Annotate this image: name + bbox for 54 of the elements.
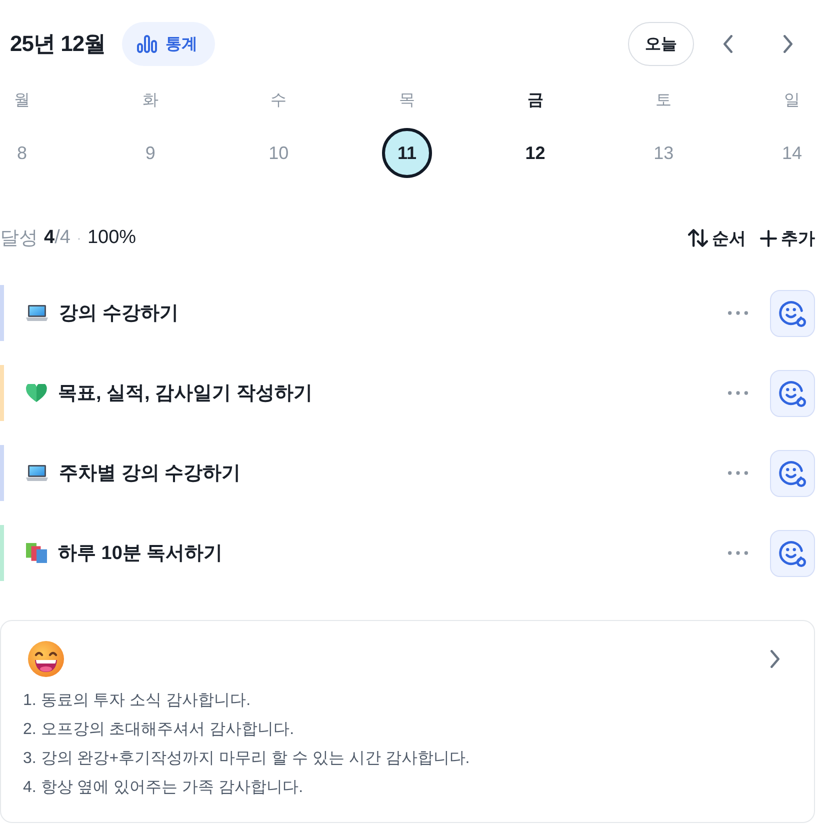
weekday-label: 목 [398,91,415,111]
more-icon [728,311,748,315]
gratitude-line: 3. 강의 완강+후기작성까지 마무리 할 수 있는 시간 감사합니다. [23,749,471,769]
task-title: 목표, 실적, 감사일기 작성하기 [58,382,314,406]
month-title: 25년 12월 [10,30,106,58]
smiley-icon [779,300,806,326]
progress-count: 4/4 [44,227,70,249]
sort-icon [688,229,708,247]
weekday-label: 일 [784,91,800,111]
weekday-label: 화 [142,91,158,111]
more-button[interactable] [728,471,748,475]
gratitude-card[interactable]: 1. 동료의 투자 소식 감사합니다. 2. 오프강의 초대해주셔서 감사합니다. 3. 강의 완강+후기작성까지 마무리 할 수 있는 시간 감사합니다. 4. 항상 옆에 있어주는 가족 감사합니다. [0,620,815,823]
sort-button[interactable]: 순서 [688,226,746,250]
weekday-label: 토 [656,91,672,111]
date-button[interactable]: 12 [525,142,546,164]
weekday-label: 수 [270,91,287,111]
bar-chart-icon [136,35,157,53]
task-title: 주차별 강의 수강하기 [59,462,242,486]
plus-icon [760,230,777,246]
laptop-icon [26,465,48,481]
stats-button[interactable]: 통계 [122,22,215,66]
weekday-label: 월 [14,91,30,111]
more-button[interactable] [728,311,748,315]
chevron-right-icon [783,35,793,53]
reaction-button[interactable] [770,530,815,576]
heart-icon [26,384,47,402]
reaction-button[interactable] [770,370,815,416]
chevron-left-icon [723,35,733,53]
reaction-button[interactable] [770,450,815,496]
smiley-icon [779,460,806,486]
books-icon [26,543,47,563]
laptop-icon [26,305,48,321]
gratitude-line: 2. 오프강의 초대해주셔서 감사합니다. [23,720,296,740]
gratitude-line: 4. 항상 옆에 있어주는 가족 감사합니다. [23,778,304,798]
more-icon [728,471,748,475]
smiley-icon [779,380,806,406]
gratitude-line: 1. 동료의 투자 소식 감사합니다. [23,691,252,711]
progress-percent: 100% [87,227,136,249]
chevron-right-icon[interactable] [770,650,780,668]
today-button[interactable]: 오늘 [628,22,694,66]
more-icon [728,391,748,395]
add-button[interactable]: 추가 [760,226,815,250]
date-button[interactable]: 11 [382,128,432,178]
smiley-icon [779,540,806,566]
weekday-label: 금 [527,91,544,111]
more-icon [728,551,748,555]
task-title: 강의 수강하기 [59,302,180,326]
more-button[interactable] [728,391,748,395]
grinning-face-icon [28,641,64,677]
task-title: 하루 10분 독서하기 [58,542,224,566]
reaction-button[interactable] [770,290,815,336]
more-button[interactable] [728,551,748,555]
separator-dot: · [76,230,82,246]
progress-label: 달성 [0,227,38,251]
